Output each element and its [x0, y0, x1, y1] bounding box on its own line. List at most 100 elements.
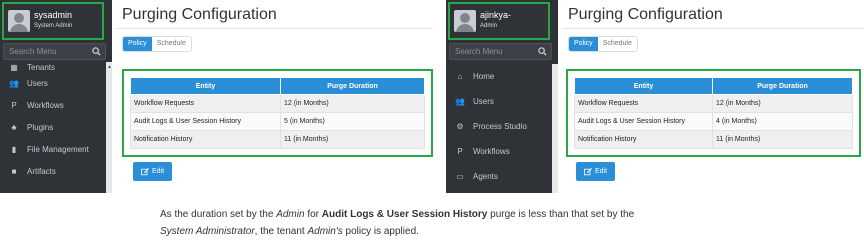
entity-cell: Audit Logs & User Session History: [574, 112, 713, 131]
caption-part: As the duration set by the: [160, 209, 277, 220]
plugin-icon: ♣: [11, 122, 17, 132]
sidebar-item-users[interactable]: 👥 Users: [0, 72, 106, 94]
column-header-purge-duration: Purge Duration: [712, 77, 853, 95]
search-icon[interactable]: [538, 47, 547, 56]
sidebar-item-users[interactable]: 👥 Users: [446, 89, 552, 114]
purge-table-container: Entity Purge Duration Workflow Requests …: [566, 69, 861, 157]
sidebar-menu: ▦ Tenants 👥 Users P Workflows ♣ Plugins …: [0, 62, 106, 182]
table-row: Audit Logs & User Session History 4 (in …: [574, 112, 853, 131]
table-row: Workflow Requests 12 (in Months): [574, 94, 853, 113]
entity-cell: Workflow Requests: [574, 94, 713, 113]
avatar: [8, 10, 30, 32]
sidebar-item-tenants[interactable]: ▦ Tenants: [0, 62, 106, 73]
sidebar-item-label: Tenants: [27, 63, 56, 72]
edit-button-label: Edit: [595, 168, 608, 175]
user-name: sysadmin: [34, 10, 73, 20]
sidebar-menu: ⌂ Home 👥 Users ⚙ Process Studio P Workfl…: [446, 64, 552, 189]
home-icon: ⌂: [457, 72, 463, 81]
edit-button[interactable]: Edit: [133, 162, 173, 181]
sidebar-item-home[interactable]: ⌂ Home: [446, 64, 552, 89]
sidebar-item-label: Artifacts: [27, 166, 56, 176]
divider: [562, 28, 864, 29]
table-row: Notification History 11 (in Months): [130, 130, 425, 149]
edit-button[interactable]: Edit: [576, 162, 616, 181]
edit-icon: [584, 167, 592, 175]
sidebar-item-artifacts[interactable]: ■ Artifacts: [0, 160, 106, 182]
page-title: Purging Configuration: [122, 6, 277, 23]
users-icon: 👥: [9, 78, 19, 88]
sidebar-item-agents[interactable]: ▭ Agents: [446, 164, 552, 189]
search-icon[interactable]: [92, 47, 101, 56]
user-name: ajinkya-: [480, 10, 512, 20]
duration-cell: 4 (in Months): [712, 112, 853, 131]
column-header-purge-duration: Purge Duration: [280, 77, 425, 95]
sysadmin-screenshot: sysadmin System Admin Search Menu ▦ Tena…: [0, 0, 433, 193]
table-row: Notification History 11 (in Months): [574, 130, 853, 149]
caption-part: purge is less than that set by the: [487, 209, 635, 220]
sidebar-item-plugins[interactable]: ♣ Plugins: [0, 116, 106, 138]
search-input[interactable]: Search Menu: [3, 43, 106, 60]
entity-cell: Notification History: [574, 130, 713, 149]
column-header-entity: Entity: [574, 77, 713, 95]
users-icon: 👥: [455, 97, 465, 106]
caption-role-admin: Admin: [276, 209, 305, 220]
duration-cell: 11 (in Months): [712, 130, 853, 149]
sidebar: sysadmin System Admin Search Menu ▦ Tena…: [0, 0, 112, 193]
entity-cell: Notification History: [130, 130, 281, 149]
search-input[interactable]: Search Menu: [449, 43, 552, 60]
table-row: Audit Logs & User Session History 5 (in …: [130, 112, 425, 131]
main-content: Purging Configuration Policy Schedule En…: [116, 0, 433, 193]
duration-cell: 11 (in Months): [280, 130, 425, 149]
entity-cell: Audit Logs & User Session History: [130, 112, 281, 131]
user-role: System Admin: [34, 23, 73, 29]
sidebar-item-label: File Management: [27, 144, 89, 154]
avatar: [454, 10, 476, 32]
edit-button-label: Edit: [152, 168, 165, 175]
sidebar-item-label: Process Studio: [473, 122, 527, 131]
tab-policy[interactable]: Policy: [569, 37, 598, 51]
monitor-icon: ▭: [456, 172, 464, 181]
main-content: Purging Configuration Policy Schedule En…: [562, 0, 864, 193]
user-profile[interactable]: ajinkya- Admin: [448, 2, 550, 40]
edit-icon: [141, 167, 149, 175]
sidebar-item-label: Workflows: [27, 100, 64, 110]
tab-bar: Policy Schedule: [122, 36, 192, 52]
tab-bar: Policy Schedule: [568, 36, 638, 52]
user-profile[interactable]: sysadmin System Admin: [2, 2, 104, 40]
purge-table-container: Entity Purge Duration Workflow Requests …: [122, 69, 433, 157]
file-icon: ▮: [11, 144, 17, 154]
divider: [116, 28, 433, 29]
workflow-icon: P: [11, 100, 17, 110]
tab-schedule[interactable]: Schedule: [151, 37, 191, 51]
sidebar-scrollbar[interactable]: [552, 64, 558, 193]
duration-cell: 5 (in Months): [280, 112, 425, 131]
admin-screenshot: ajinkya- Admin Search Menu ⌂ Home 👥 User…: [446, 0, 864, 193]
user-role: Admin: [480, 23, 498, 29]
sidebar: ajinkya- Admin Search Menu ⌂ Home 👥 User…: [446, 0, 558, 193]
sidebar-scrollbar[interactable]: [106, 62, 112, 193]
sidebar-item-label: Workflows: [473, 147, 510, 156]
search-placeholder: Search Menu: [9, 47, 57, 56]
sidebar-item-label: Users: [473, 97, 494, 106]
search-placeholder: Search Menu: [455, 47, 503, 56]
entity-cell: Workflow Requests: [130, 94, 281, 113]
artifact-icon: ■: [11, 166, 17, 176]
sidebar-item-workflows[interactable]: P Workflows: [0, 94, 106, 116]
gears-icon: ⚙: [456, 122, 464, 131]
purge-table: Entity Purge Duration Workflow Requests …: [130, 77, 425, 149]
caption-role-sysadmin: System Administrator: [160, 226, 255, 237]
tab-policy[interactable]: Policy: [123, 37, 152, 51]
caption-part: for: [304, 209, 322, 220]
page-title: Purging Configuration: [568, 6, 723, 23]
tab-schedule[interactable]: Schedule: [597, 37, 637, 51]
sidebar-item-file-management[interactable]: ▮ File Management: [0, 138, 106, 160]
duration-cell: 12 (in Months): [280, 94, 425, 113]
sidebar-item-label: Agents: [473, 172, 498, 181]
sidebar-item-process-studio[interactable]: ⚙ Process Studio: [446, 114, 552, 139]
sidebar-item-workflows[interactable]: P Workflows: [446, 139, 552, 164]
sidebar-item-label: Users: [27, 78, 48, 88]
duration-cell: 12 (in Months): [712, 94, 853, 113]
scroll-up-icon[interactable]: ▲: [107, 64, 112, 70]
building-icon: ▦: [10, 62, 18, 72]
caption-part: , the tenant: [254, 226, 308, 237]
